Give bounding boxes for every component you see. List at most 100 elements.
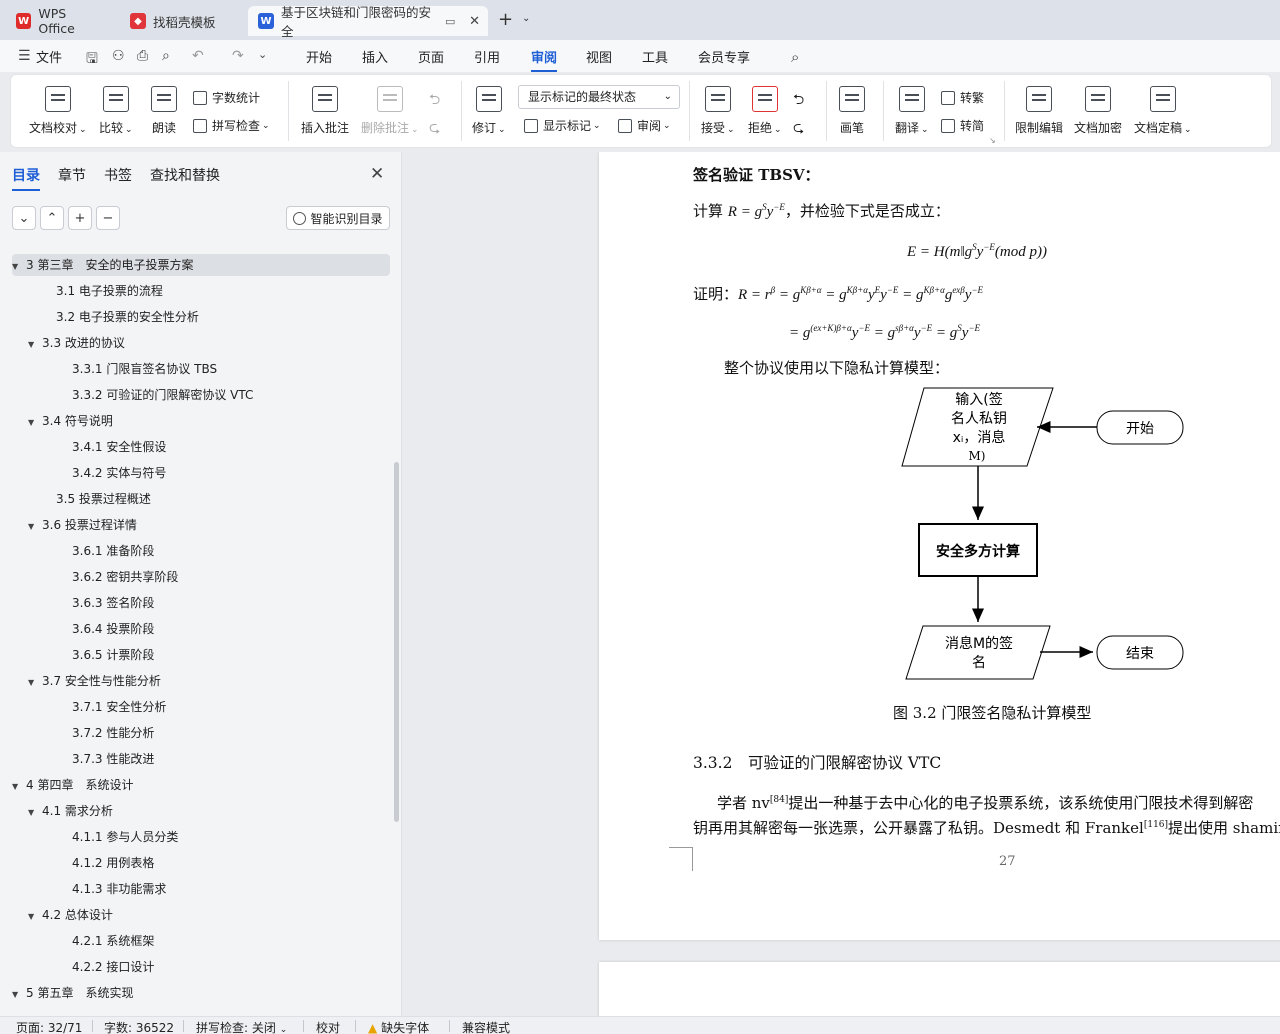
- toc-item[interactable]: 3.5 投票过程概述: [0, 488, 390, 510]
- expand-triangle-icon[interactable]: ▼: [28, 672, 42, 694]
- toc-item[interactable]: 4.2.1 系统框架: [0, 930, 390, 952]
- print-preview-icon[interactable]: ⌕: [162, 48, 170, 64]
- expand-triangle-icon[interactable]: ▼: [12, 984, 26, 1006]
- menu-insert[interactable]: 插入: [362, 47, 388, 66]
- toc-item[interactable]: ▼ 3 第三章 安全的电子投票方案: [12, 254, 390, 276]
- encrypt-button[interactable]: 文档加密: [1074, 86, 1122, 136]
- toc-item[interactable]: ▼ 4.2 总体设计: [0, 904, 390, 926]
- toc-item[interactable]: 3.7.2 性能分析: [0, 722, 390, 744]
- toc-item[interactable]: ▼ 4.1 需求分析: [0, 800, 390, 822]
- expand-triangle-icon[interactable]: ▼: [28, 516, 42, 538]
- menu-page[interactable]: 页面: [418, 47, 444, 66]
- tab-sections[interactable]: 章节: [58, 165, 86, 185]
- show-markup-button[interactable]: 显示标记 ⌄: [524, 117, 601, 134]
- close-icon[interactable]: ✕: [370, 164, 384, 184]
- spell-check-status[interactable]: 拼写检查: 关闭 ⌄: [196, 1019, 287, 1034]
- toc-item[interactable]: 3.6.2 密钥共享阶段: [0, 566, 390, 588]
- toc-item[interactable]: ▼ 3.3 改进的协议: [0, 332, 390, 354]
- toc-item[interactable]: 4.1.3 非功能需求: [0, 878, 390, 900]
- restrict-edit-button[interactable]: 限制编辑: [1015, 86, 1063, 136]
- print-icon[interactable]: ⎙: [137, 48, 148, 64]
- insert-comment-button[interactable]: 插入批注: [301, 86, 349, 136]
- toc-item[interactable]: 3.4.1 安全性假设: [0, 436, 390, 458]
- toc-item[interactable]: 3.3.2 可验证的门限解密协议 VTC: [0, 384, 390, 406]
- to-simplified-button[interactable]: 转简: [941, 117, 984, 134]
- toc-item[interactable]: ▼ 4 第四章 系统设计: [0, 774, 390, 796]
- toc-item[interactable]: 3.7.3 性能改进: [0, 748, 390, 770]
- collapse-all-button[interactable]: ⌃: [40, 206, 64, 230]
- toc-item[interactable]: 4.1.1 参与人员分类: [0, 826, 390, 848]
- add-heading-button[interactable]: +: [68, 206, 92, 230]
- page-indicator[interactable]: 页面: 32/71: [16, 1019, 82, 1034]
- menu-tools[interactable]: 工具: [642, 47, 668, 66]
- toc-item[interactable]: ▼ 3.4 符号说明: [0, 410, 390, 432]
- to-traditional-button[interactable]: 转繁: [941, 89, 984, 106]
- toc-item[interactable]: 3.3.1 门限盲签名协议 TBS: [0, 358, 390, 380]
- tab-bookmarks[interactable]: 书签: [104, 165, 132, 185]
- redo-icon[interactable]: ↷: [232, 48, 244, 64]
- expand-icon[interactable]: ↘: [989, 136, 996, 145]
- read-aloud-button[interactable]: 朗读: [151, 86, 177, 136]
- link-icon[interactable]: ⚇: [112, 48, 125, 64]
- menu-view[interactable]: 视图: [586, 47, 612, 66]
- expand-triangle-icon[interactable]: ▼: [28, 334, 42, 356]
- close-icon[interactable]: ✕: [469, 14, 480, 29]
- tab-document[interactable]: W 基于区块链和门限密码的安全 ▭ ✕: [248, 5, 488, 39]
- toc-item[interactable]: 3.6.3 签名阶段: [0, 592, 390, 614]
- word-count-button[interactable]: 字数统计: [193, 89, 260, 106]
- save-icon[interactable]: 🖫: [86, 48, 98, 72]
- compare-button[interactable]: 比较 ⌄: [99, 86, 133, 136]
- tab-toc[interactable]: 目录: [12, 165, 40, 191]
- next-comment-icon[interactable]: ⮎: [429, 117, 440, 141]
- spell-check-button[interactable]: 拼写检查 ⌄: [193, 117, 270, 134]
- tab-wps-office[interactable]: W WPS Office: [6, 6, 114, 36]
- toc-item[interactable]: 3.1 电子投票的流程: [0, 280, 390, 302]
- menu-references[interactable]: 引用: [474, 47, 500, 66]
- toc-item[interactable]: 3.6.1 准备阶段: [0, 540, 390, 562]
- menu-file[interactable]: 文件: [36, 47, 62, 66]
- markup-state-select[interactable]: 显示标记的最终状态 ⌄: [518, 85, 680, 109]
- tab-find-replace[interactable]: 查找和替换: [150, 165, 220, 185]
- next-page[interactable]: [599, 962, 1280, 1016]
- chevron-down-icon[interactable]: ⌄: [522, 13, 530, 24]
- menu-home[interactable]: 开始: [306, 47, 332, 66]
- translate-button[interactable]: 翻译 ⌄: [895, 86, 929, 136]
- hamburger-icon[interactable]: ☰: [18, 48, 31, 64]
- undo-icon[interactable]: ↶: [192, 48, 204, 64]
- previous-comment-icon[interactable]: ⮌: [429, 89, 440, 113]
- missing-font-status[interactable]: ▲ 缺失字体: [368, 1019, 429, 1034]
- expand-triangle-icon[interactable]: ▼: [28, 802, 42, 824]
- document-page[interactable]: 签名验证 TBSV： 计算 R = gSy−E，并检验下式是否成立： E = H…: [599, 152, 1280, 940]
- tab-docer[interactable]: ◆ 找稻壳模板: [120, 6, 244, 36]
- track-changes-button[interactable]: 修订 ⌄: [472, 86, 506, 136]
- expand-triangle-icon[interactable]: ▼: [28, 906, 42, 928]
- toc-item[interactable]: 4.1.2 用例表格: [0, 852, 390, 874]
- smart-toc-button[interactable]: 智能识别目录: [286, 206, 390, 230]
- expand-all-button[interactable]: ⌄: [12, 206, 36, 230]
- remove-heading-button[interactable]: −: [96, 206, 120, 230]
- accept-button[interactable]: 接受 ⌄: [701, 86, 735, 136]
- previous-change-icon[interactable]: ⮌: [793, 89, 804, 113]
- expand-triangle-icon[interactable]: ▼: [12, 256, 26, 278]
- toc-item[interactable]: ▼ 5 第五章 系统实现: [0, 982, 390, 1004]
- delete-comment-button[interactable]: 删除批注 ⌄: [361, 86, 419, 136]
- menu-review[interactable]: 审阅: [531, 47, 558, 72]
- toc-item[interactable]: 3.6.5 计票阶段: [0, 644, 390, 666]
- toc-item[interactable]: 3.2 电子投票的安全性分析: [0, 306, 390, 328]
- reject-button[interactable]: 拒绝 ⌄: [748, 86, 782, 136]
- menu-member[interactable]: 会员专享: [698, 47, 750, 66]
- toc-item[interactable]: 3.4.2 实体与符号: [0, 462, 390, 484]
- toc-item[interactable]: 3.7.1 安全性分析: [0, 696, 390, 718]
- expand-triangle-icon[interactable]: ▼: [28, 412, 42, 434]
- proofread-button[interactable]: 文档校对 ⌄: [29, 86, 87, 136]
- search-icon[interactable]: ⌕: [791, 48, 799, 66]
- toc-item[interactable]: 4.2.2 接口设计: [0, 956, 390, 978]
- toc-item[interactable]: ▼ 3.7 安全性与性能分析: [0, 670, 390, 692]
- review-pane-button[interactable]: 审阅 ⌄: [618, 117, 671, 134]
- toc-item[interactable]: 3.6.4 投票阶段: [0, 618, 390, 640]
- finalize-button[interactable]: 文档定稿 ⌄: [1134, 86, 1192, 136]
- ink-button[interactable]: 画笔: [839, 86, 865, 136]
- proofread-status[interactable]: 校对: [316, 1019, 340, 1034]
- scrollbar[interactable]: [394, 462, 399, 822]
- new-tab-button[interactable]: +: [498, 9, 513, 30]
